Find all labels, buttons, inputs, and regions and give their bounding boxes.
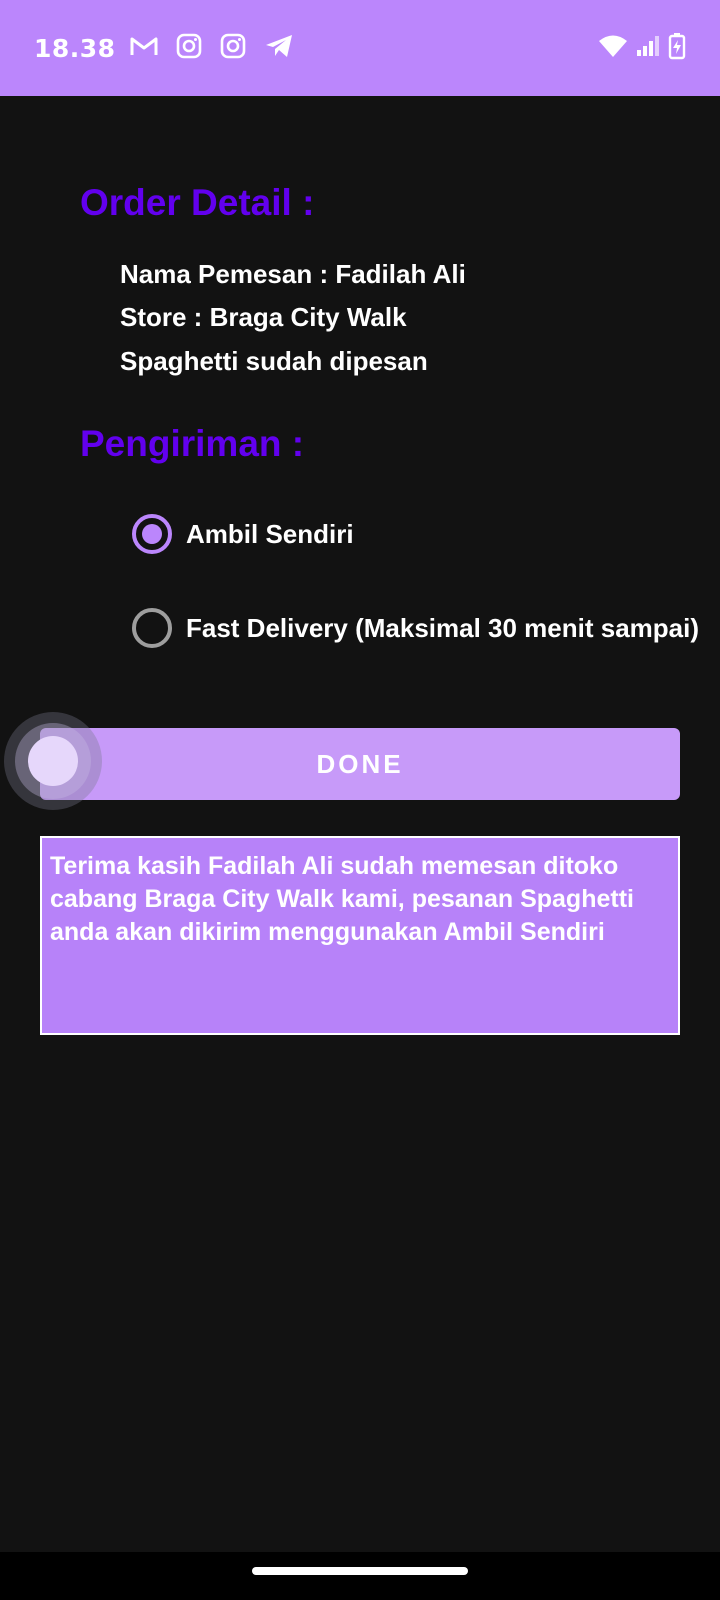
status-time: 18.38 xyxy=(34,33,116,63)
radio-dot xyxy=(142,524,162,544)
wifi-icon xyxy=(598,34,628,63)
gmail-icon xyxy=(130,35,158,62)
system-icons xyxy=(598,32,686,65)
radio-checked-icon xyxy=(132,514,172,554)
telegram-icon xyxy=(264,33,294,64)
store-text: Store : Braga City Walk xyxy=(120,302,407,332)
instagram-icon xyxy=(220,33,246,64)
radio-ambil-sendiri[interactable]: Ambil Sendiri xyxy=(132,514,354,554)
shipping-title: Pengiriman : xyxy=(80,423,305,464)
result-message-box: Terima kasih Fadilah Ali sudah memesan d… xyxy=(40,836,680,1035)
radio-unchecked-icon xyxy=(132,608,172,648)
navigation-bar xyxy=(0,1552,720,1600)
home-gesture-bar[interactable] xyxy=(252,1567,468,1575)
done-button[interactable]: DONE xyxy=(40,728,680,800)
order-item-text: Spaghetti sudah dipesan xyxy=(120,346,428,376)
notification-icons xyxy=(130,33,294,64)
touch-indicator xyxy=(4,712,102,810)
battery-charging-icon xyxy=(668,32,686,65)
radio-label: Fast Delivery (Maksimal 30 menit sampai) xyxy=(186,612,700,643)
radio-fast-delivery[interactable]: Fast Delivery (Maksimal 30 menit sampai) xyxy=(132,608,699,648)
order-detail-title: Order Detail : xyxy=(80,182,315,223)
status-bar: 18.38 xyxy=(0,0,720,96)
signal-icon xyxy=(636,35,660,62)
radio-label: Ambil Sendiri xyxy=(186,518,354,549)
customer-name-text: Nama Pemesan : Fadilah Ali xyxy=(120,259,466,289)
instagram-icon xyxy=(176,33,202,64)
